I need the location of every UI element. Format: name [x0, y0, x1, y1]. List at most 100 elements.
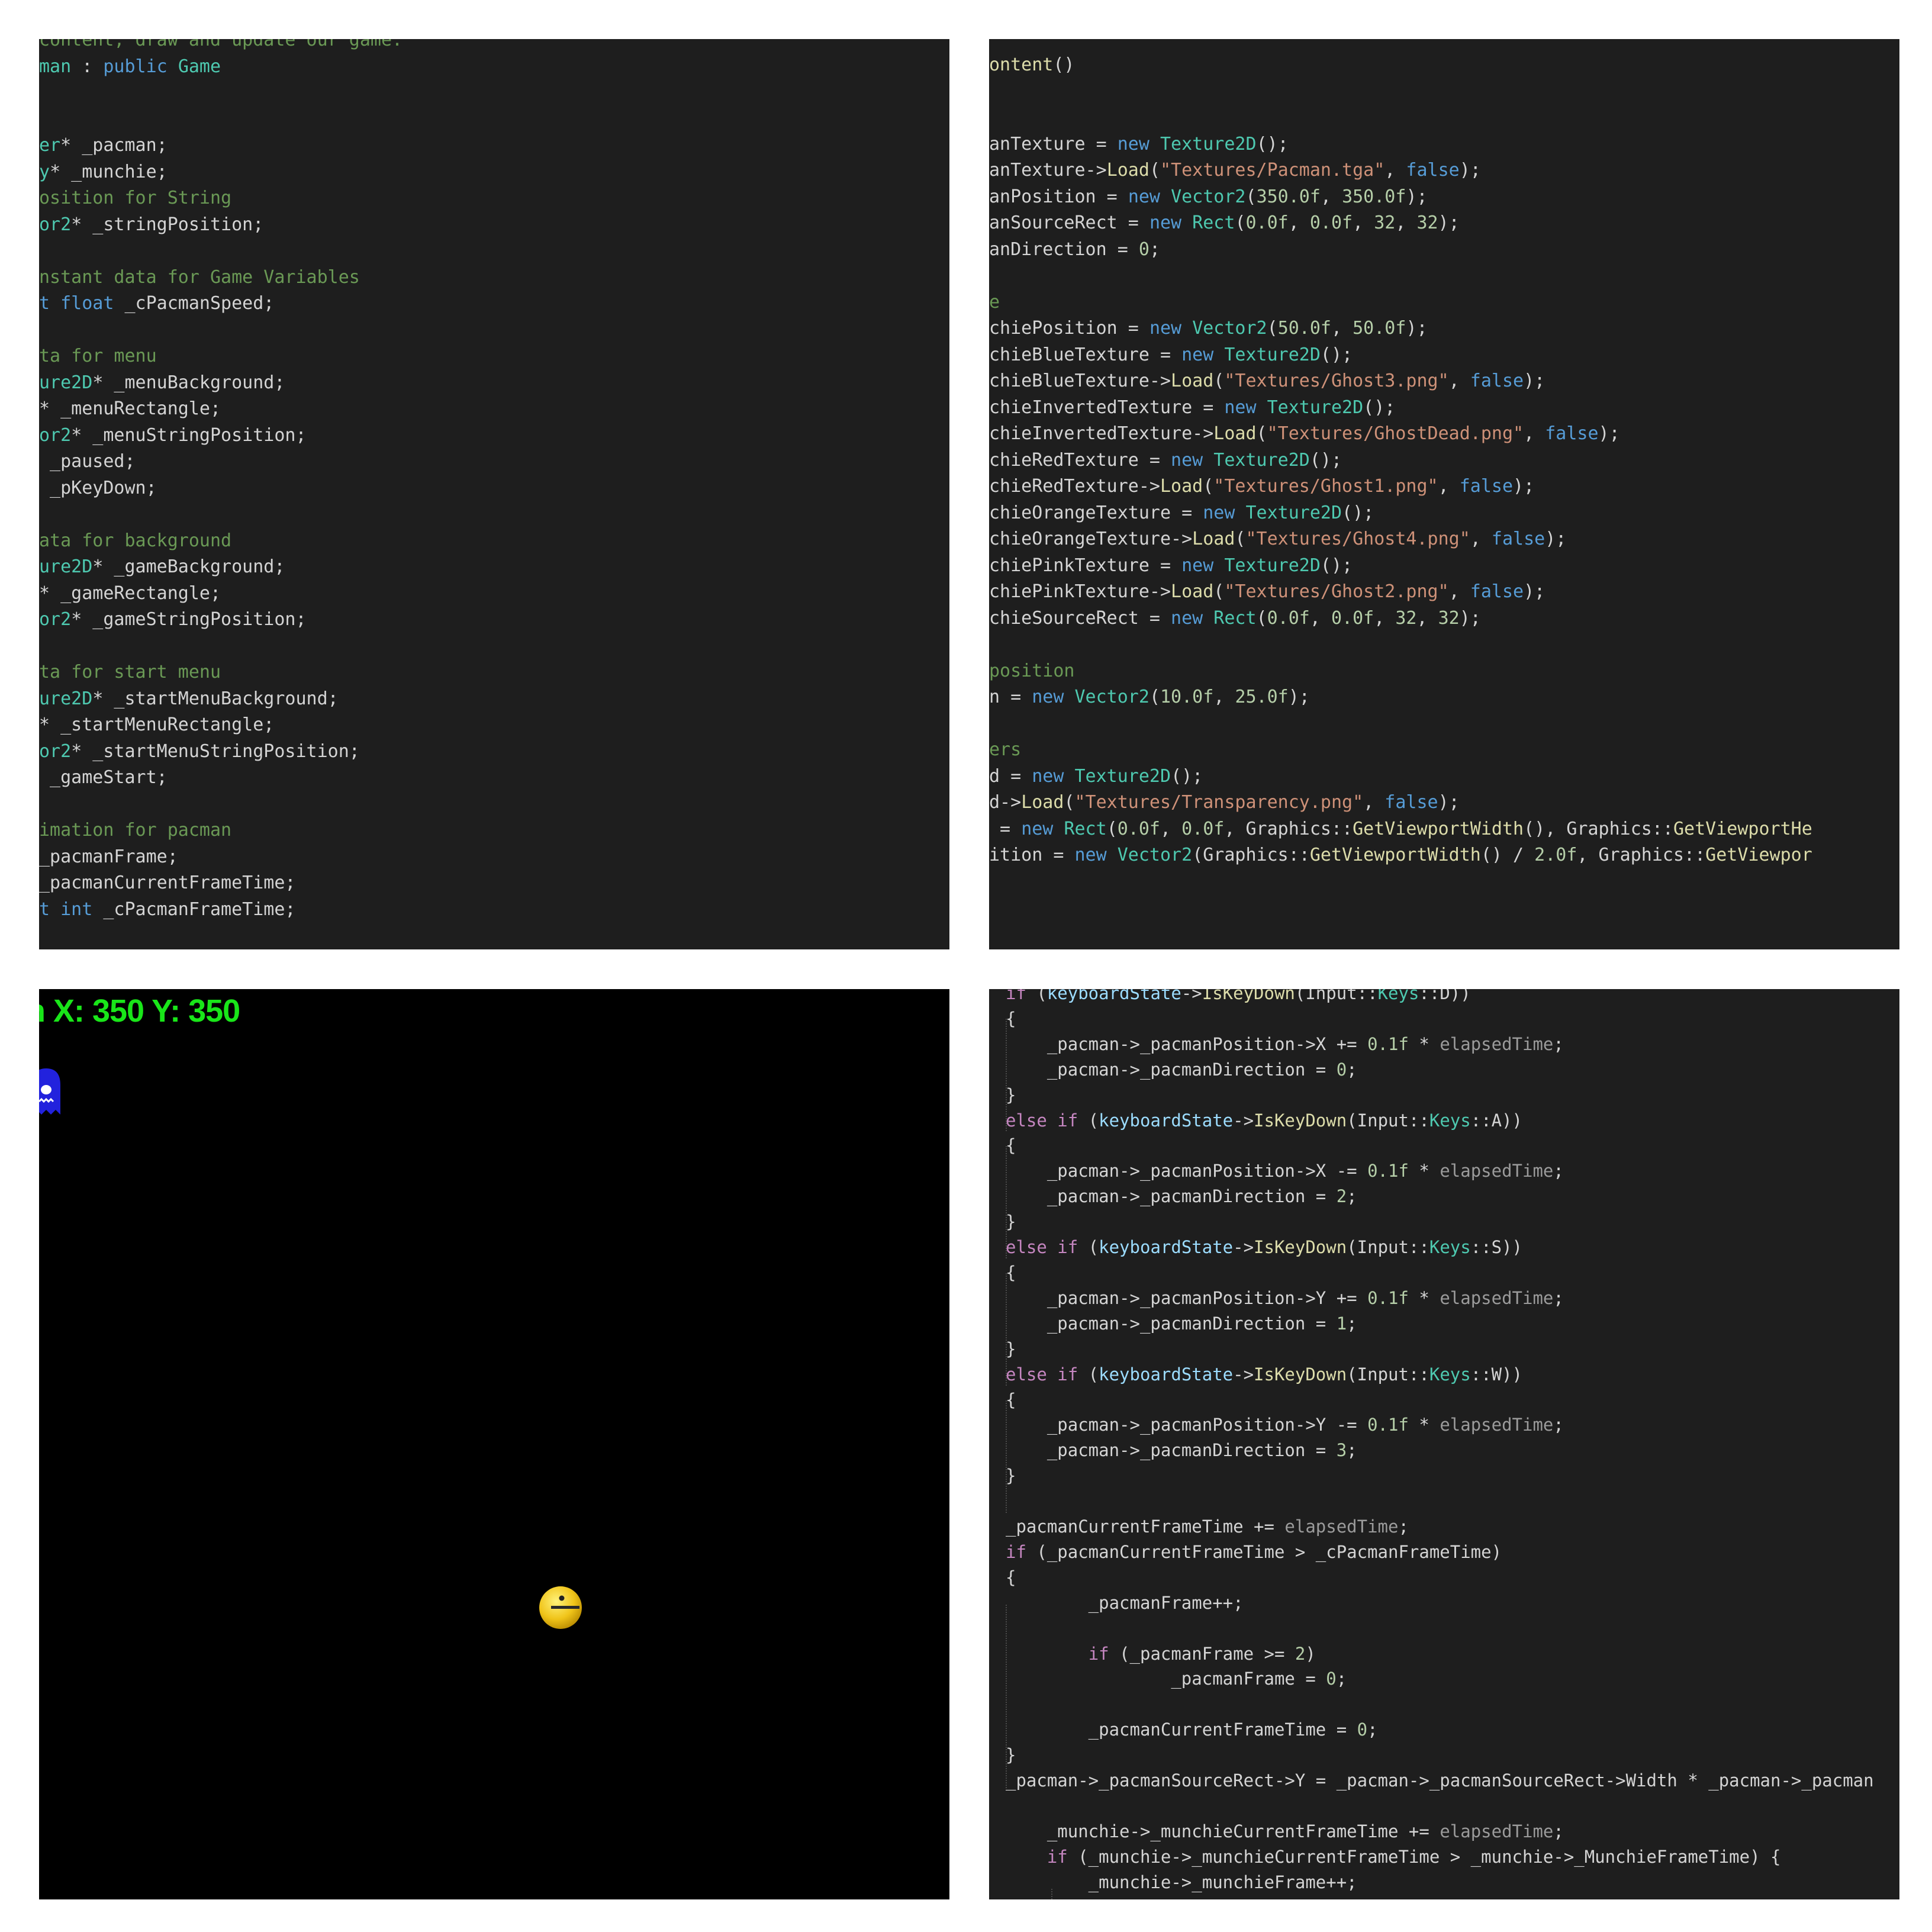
code-line: _pacman->_pacmanDirection = 1;	[1006, 1311, 1899, 1337]
code-token: or2	[39, 424, 72, 446]
code-token: keyboardState	[1099, 1364, 1234, 1384]
code-line: position	[989, 658, 1899, 685]
code-line: ure2D* _gameBackground;	[39, 554, 949, 581]
code-token: Load	[1213, 423, 1257, 444]
code-token: ;	[1347, 1440, 1357, 1461]
code-token: * _startMenuStringPosition;	[71, 740, 360, 762]
code-token: (	[1256, 423, 1267, 444]
code-token: false	[1384, 792, 1438, 813]
code-token: ,	[1363, 792, 1385, 813]
code-line: chiePinkTexture->Load("Textures/Ghost2.p…	[989, 579, 1899, 606]
code-line: or2* _stringPosition;	[39, 212, 949, 239]
code-line: * _startMenuRectangle;	[39, 712, 949, 739]
code-token: *	[1408, 1415, 1440, 1435]
code-token: (	[1064, 792, 1075, 813]
code-token: or2	[39, 609, 72, 630]
code-token: chiePinkTexture->	[989, 581, 1171, 602]
code-token: "Textures/Ghost4.png"	[1245, 529, 1470, 549]
code-line: ta for menu	[39, 343, 949, 370]
code-line: _pacman->_pacmanDirection = 2;	[1006, 1184, 1899, 1209]
code-token: (	[1267, 318, 1278, 339]
code-token: (	[1149, 160, 1160, 181]
code-line: ta for start menu	[39, 659, 949, 686]
code-token: ;	[1336, 1669, 1347, 1689]
header-code-editor[interactable]: content, draw and update our game. man : …	[39, 39, 949, 949]
code-line: _munchie->_munchieCurrentFrameTime += el…	[1006, 1819, 1899, 1844]
code-line: _pacmanFrame = 0;	[1006, 1666, 1899, 1692]
code-line: anTexture->Load("Textures/Pacman.tga", f…	[989, 157, 1899, 184]
code-token: ->	[1181, 989, 1202, 1003]
code-token: * _pacman;	[60, 135, 168, 156]
code-line: chieSourceRect = new Rect(0.0f, 0.0f, 32…	[989, 606, 1899, 632]
code-line: chieOrangeTexture->Load("Textures/Ghost4…	[989, 526, 1899, 553]
code-token: keyboardState	[1099, 1110, 1234, 1131]
code-token: (Input::	[1347, 1110, 1429, 1131]
code-token: 350.0f	[1256, 186, 1321, 207]
code-line: _pacman->_pacmanSourceRect->Y = _pacman-…	[1006, 1768, 1899, 1793]
code-line: _pacman->_pacmanDirection = 3;	[1006, 1438, 1899, 1463]
code-token: (	[1078, 1110, 1099, 1131]
code-token: ,	[1438, 476, 1460, 497]
code-line: _pacmanFrame;	[39, 844, 949, 871]
code-token: content, draw and update our game.	[39, 39, 403, 50]
code-token: (Input::	[1347, 1364, 1429, 1384]
code-token: ,	[1395, 212, 1417, 233]
code-token: ontent	[989, 54, 1054, 75]
code-token: nstant data for Game Variables	[39, 266, 360, 288]
code-token: *	[1408, 1287, 1440, 1308]
code-token: Load	[1171, 371, 1214, 391]
load-content-code-editor[interactable]: ontent() anTexture = new Texture2D(); anT…	[989, 52, 1899, 949]
code-line: if (_pacmanFrame >= 2)	[1006, 1641, 1899, 1667]
code-token: ,	[1524, 423, 1545, 444]
code-token: );	[1406, 186, 1428, 207]
code-token: 0	[1336, 1059, 1347, 1080]
code-token: Texture2D	[1160, 133, 1257, 154]
code-token: ,	[1353, 212, 1374, 233]
code-token: anSourceRect =	[989, 212, 1149, 233]
code-token: Texture2D	[1213, 449, 1310, 471]
code-token: Load	[1171, 581, 1214, 602]
code-line: or2* _gameStringPosition;	[39, 607, 949, 633]
code-token: elapsedTime	[1440, 1033, 1554, 1054]
code-token: 25.0f	[1235, 687, 1289, 707]
code-token: * _gameRectangle;	[39, 582, 221, 604]
code-token: new	[1021, 818, 1054, 839]
code-token: "Textures/Ghost2.png"	[1224, 581, 1449, 602]
code-token: 0.0f	[1267, 607, 1310, 629]
code-token: else if	[1006, 1110, 1078, 1131]
code-token: ();	[1342, 502, 1374, 523]
code-token: false	[1406, 160, 1460, 181]
code-token: (	[1149, 687, 1160, 707]
code-token: public	[103, 56, 168, 77]
code-token: (Input::	[1295, 989, 1378, 1003]
code-token: ::A))	[1470, 1110, 1523, 1131]
code-line: * _menuRectangle;	[39, 396, 949, 423]
code-token: _pacman->_pacmanDirection =	[1006, 1186, 1337, 1207]
code-token: ;	[1553, 1033, 1564, 1054]
code-token: }	[1006, 1745, 1016, 1766]
code-token: 1	[1336, 1313, 1347, 1334]
code-token: Rect	[1064, 818, 1107, 839]
code-token: if	[1006, 989, 1026, 1003]
code-token: d->	[989, 792, 1022, 813]
code-token: new	[1224, 397, 1257, 418]
code-line: chieBlueTexture->Load("Textures/Ghost3.p…	[989, 368, 1899, 395]
code-token: chieBlueTexture->	[989, 371, 1171, 391]
code-token: Load	[1192, 529, 1235, 549]
code-token: _munchie->_munchieFrame++;	[1006, 1872, 1357, 1892]
update-code-editor[interactable]: if (keyboardState->IsKeyDown(Input::Keys…	[1006, 989, 1899, 1899]
code-token: elapsedTime	[1284, 1516, 1399, 1537]
code-token: ::W))	[1470, 1364, 1523, 1384]
code-line: _pacmanCurrentFrameTime;	[39, 870, 949, 897]
code-token: new	[1032, 765, 1064, 787]
